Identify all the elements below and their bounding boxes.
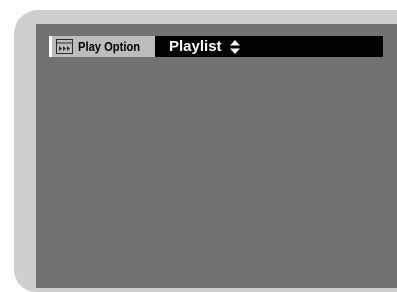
label-accent-stripe [49, 36, 52, 57]
play-option-selector[interactable]: Playlist [169, 36, 240, 57]
menu-label: Play Option [78, 39, 141, 54]
osd-screen: Play Option Playlist [0, 0, 397, 292]
osd-display-area [36, 24, 397, 288]
up-down-arrows-icon[interactable] [229, 39, 240, 54]
selected-value: Playlist [169, 38, 222, 55]
menu-label-box: Play Option [49, 36, 155, 57]
play-option-icon [56, 39, 73, 54]
